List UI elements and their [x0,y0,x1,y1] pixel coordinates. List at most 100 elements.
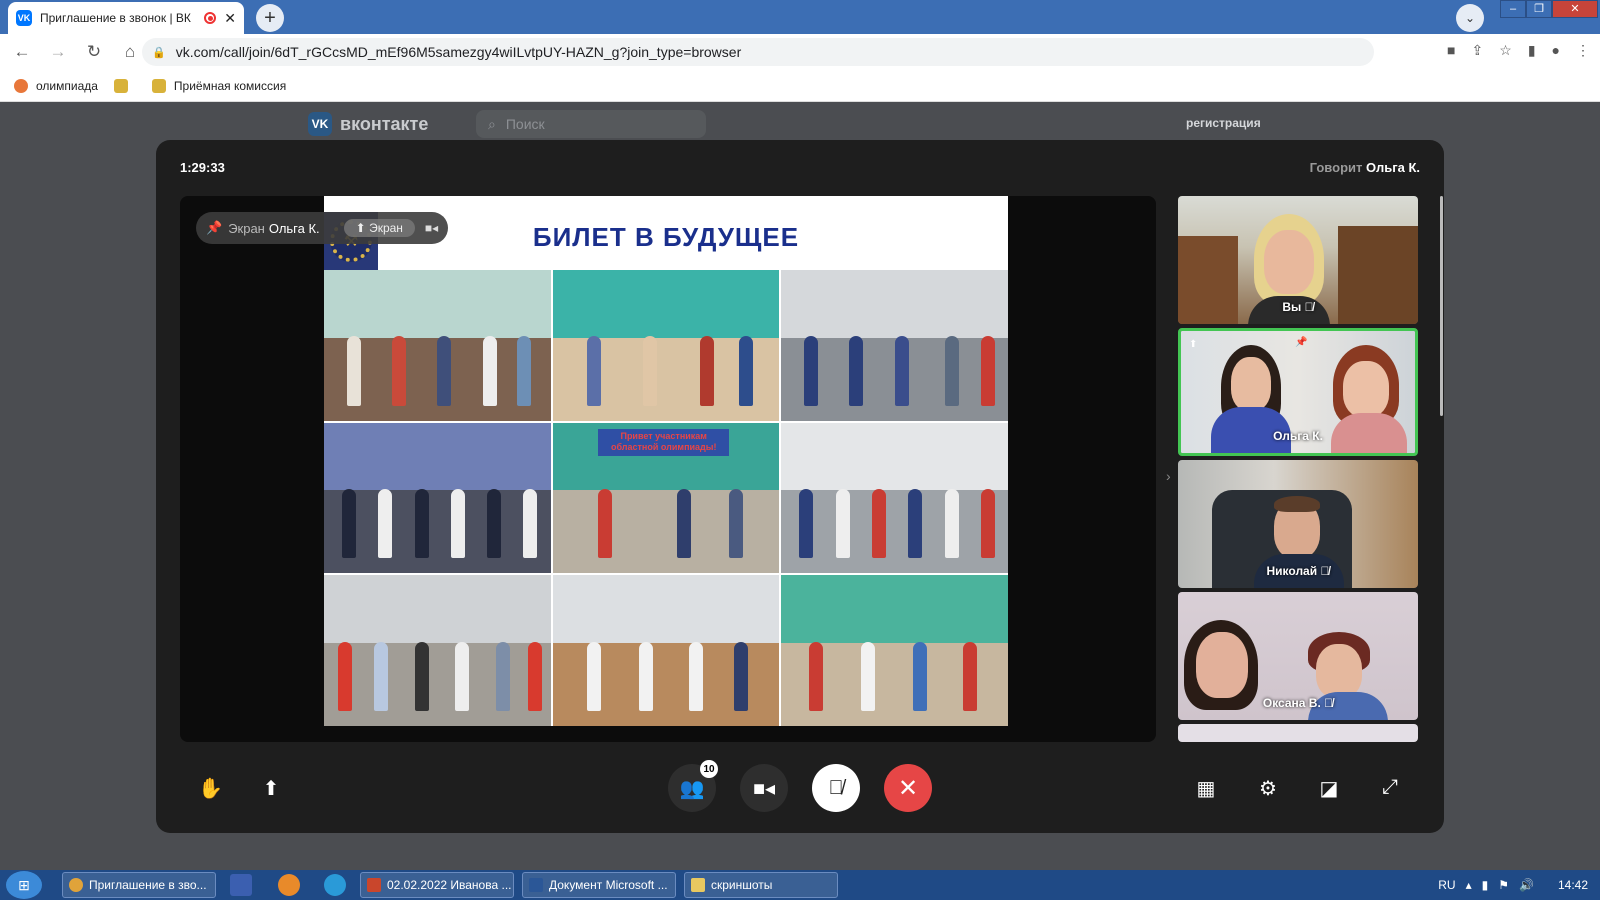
camera-icon[interactable]: ■◂ [425,221,438,235]
vk-logo-icon: VK [308,112,332,136]
vk-logo[interactable]: VK вконтакте [308,112,428,136]
back-icon[interactable]: ← [4,42,40,62]
bookmark-olympiad[interactable]: олимпиада [14,78,98,93]
profile-icon[interactable]: ● [1552,42,1560,59]
collage-photo [552,270,780,421]
system-tray: RU ▴ ▮ ⚑ 🔊 14:42 [1438,870,1588,900]
participants-scrollbar[interactable] [1440,196,1443,416]
participants-button[interactable]: 👥 10 [668,760,718,812]
collage-photo [552,575,780,726]
hang-up-button[interactable]: ✕ [884,764,932,812]
pinned-app-icon[interactable] [230,874,252,896]
collage-photo [324,575,551,726]
taskbar-item-chrome[interactable]: Приглашение в зво... [62,872,216,898]
browser-toolbar: ← → ↻ ⌂ 🔒 vk.com/call/join/6dT_rGCcsMD_m… [0,34,1600,70]
share-icon[interactable]: ⇪ [1472,42,1484,59]
camera-icon[interactable]: ■ [1447,42,1455,59]
microphone-button[interactable]: 🎙̸ [812,764,860,812]
bookmark-label: олимпиада [36,78,98,93]
call-timer: 1:29:33 [180,160,225,175]
share-screen-icon: ⬆ [355,221,370,235]
vk-favicon-icon: VK [16,10,32,26]
photo-collage: Привет участникам областной олимпиады! [324,270,1008,726]
language-indicator[interactable]: RU [1438,878,1455,892]
settings-button[interactable]: ⚙ [1256,776,1280,801]
call-controls: ✋ ⬆ 👥 10 ■◂ 🎙̸ ✕ ▦ ⚙ ◪ ⤢ [156,752,1444,822]
media-player-icon[interactable] [278,874,300,896]
maximize-button[interactable]: ❐ [1526,0,1552,18]
participant-count-badge: 10 [700,760,718,778]
flag-icon[interactable]: ⚑ [1498,878,1509,892]
forward-icon[interactable]: → [40,42,76,62]
participant-name: Вы 🎙̸ [1282,300,1314,314]
bookmark-shield[interactable] [113,78,136,93]
menu-icon[interactable]: ⋮ [1576,42,1590,59]
folder-icon [691,878,705,892]
bookmark-icon [14,78,28,93]
close-tab-icon[interactable]: ✕ [224,10,236,27]
browser-tab[interactable]: VK Приглашение в звонок | ВК ✕ [8,2,244,34]
taskbar-item-word[interactable]: Документ Microsoft ... [522,872,676,898]
shield-icon [151,78,166,93]
screen-label: Экран [228,220,265,236]
screen-owner: Ольга К. [268,220,320,236]
recording-icon [204,12,217,24]
taskbar-item-folder[interactable]: скриншоты [684,872,838,898]
collage-photo [324,270,551,421]
start-button[interactable]: ⊞ [6,871,42,899]
speaking-label: Говорит [1309,160,1363,175]
minimize-button[interactable]: – [1500,0,1526,18]
collage-photo [781,575,1008,726]
chrome-icon [69,878,83,892]
participants-panel: Вы 🎙̸ ⬆ 📌 Ольга К. Николай 🎙̸ Оксана В. … [1178,196,1418,742]
participant-tile[interactable]: Вы 🎙̸ [1178,196,1418,324]
clock[interactable]: 14:42 [1558,878,1588,892]
share-screen-button[interactable]: ⬆ [259,776,283,801]
taskbar-item-powerpoint[interactable]: 02.02.2022 Иванова ... [360,872,514,898]
pin-icon[interactable]: 📌 [1295,337,1307,348]
share-screen-icon: ⬆ [1189,339,1198,350]
participant-name: Николай 🎙̸ [1266,564,1330,578]
slide-banner: Привет участникам областной олимпиады! [597,428,730,456]
bookmark-star-icon[interactable]: ☆ [1499,42,1512,59]
network-icon[interactable]: ▮ [1482,878,1489,892]
picture-in-picture-button[interactable]: ◪ [1317,776,1341,801]
search-placeholder: Поиск [505,116,545,132]
address-bar[interactable]: 🔒 vk.com/call/join/6dT_rGCcsMD_mEf96M5sa… [142,38,1374,66]
close-window-button[interactable]: ✕ [1552,0,1598,18]
screen-sub-pill[interactable]: ⬆ Экран [343,219,415,237]
tab-search-button[interactable]: ⌄ [1456,4,1484,32]
register-link[interactable]: регистрация [1186,116,1261,130]
participant-tile[interactable]: Николай 🎙̸ [1178,460,1418,588]
speaker-name: Ольга К. [1366,160,1420,175]
raise-hand-button[interactable]: ✋ [198,776,223,801]
call-window: 1:29:33 Говорит Ольга К. ⚒ БИЛЕТ В БУДУЩ… [156,140,1444,833]
pin-icon[interactable]: 📌 [206,220,222,236]
vk-search-input[interactable]: ⌕ Поиск [476,110,706,138]
collage-photo [324,422,551,574]
tray-expand-icon[interactable]: ▴ [1466,878,1472,892]
bookmark-admissions[interactable]: Приёмная комиссия [151,78,286,93]
tab-title: Приглашение в звонок | ВК [40,11,191,25]
side-panel-icon[interactable]: ▮ [1528,42,1536,59]
participant-name: Оксана В. 🎙̸ [1262,696,1334,710]
grid-layout-button[interactable]: ▦ [1194,776,1218,801]
shield-icon [113,78,128,93]
collage-photo: Привет участникам областной олимпиады! [552,422,780,574]
edge-icon[interactable] [324,874,346,896]
camera-button[interactable]: ■◂ [740,764,788,812]
new-tab-button[interactable]: + [256,4,284,32]
volume-icon[interactable]: 🔊 [1519,878,1534,892]
fullscreen-button[interactable]: ⤢ [1378,776,1402,799]
screen-share-stage[interactable]: ⚒ БИЛЕТ В БУДУЩЕЕ [180,196,1156,742]
screen-share-pill[interactable]: 📌 Экран Ольга К. ⬆ Экран ■◂ [196,212,449,244]
reload-icon[interactable]: ↻ [76,42,112,62]
word-icon [529,878,543,892]
mic-muted-icon: 🎙̸ [1320,564,1330,578]
participant-tile-partial[interactable] [1178,724,1418,742]
chevron-right-icon[interactable]: › [1166,468,1171,484]
participant-tile-active[interactable]: ⬆ 📌 Ольга К. [1178,328,1418,456]
close-icon: ✕ [897,774,919,802]
participant-tile[interactable]: Оксана В. 🎙̸ [1178,592,1418,720]
window-controls: – ❐ ✕ [1500,0,1598,18]
